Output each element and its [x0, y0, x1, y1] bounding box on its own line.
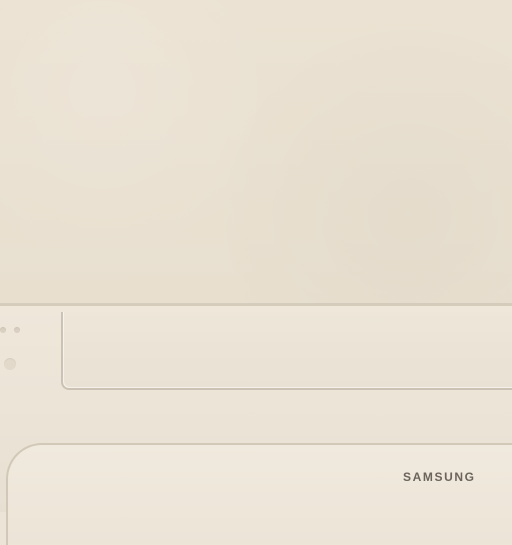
indicator-light-icon: [0, 327, 6, 333]
air-vent-panel: [61, 312, 512, 390]
wall-background: [0, 0, 512, 306]
indicator-light-icon: [14, 327, 20, 333]
unit-top-edge: [0, 304, 512, 306]
brand-logo: SAMSUNG: [403, 470, 476, 484]
lower-front-panel: [6, 443, 512, 545]
sensor-icon: [4, 358, 16, 370]
